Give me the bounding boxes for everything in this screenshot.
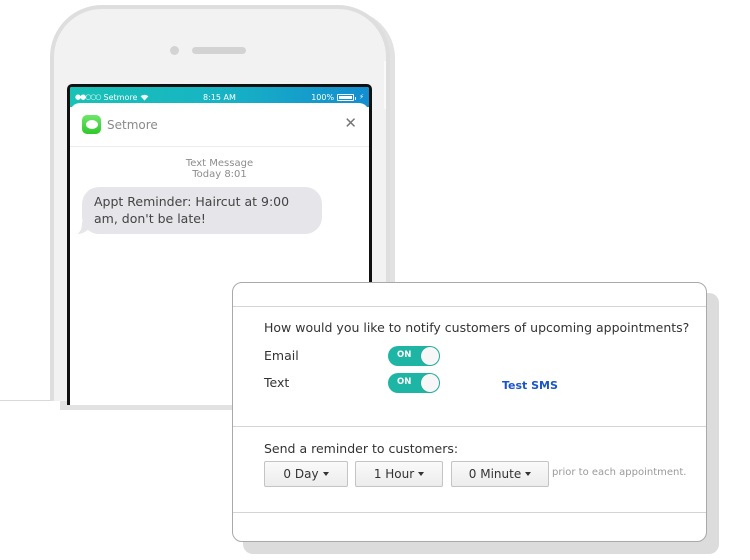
text-toggle-state: ON [397,377,412,387]
test-sms-link[interactable]: Test SMS [502,379,558,392]
carrier-name: Setmore [103,92,138,102]
toggle-knob [421,347,439,365]
wifi-icon [140,94,149,101]
messages-icon [82,115,101,134]
front-camera [170,46,179,55]
battery-icon [337,93,357,101]
signal-icon: ●●○○○ [75,93,102,101]
email-toggle[interactable]: ON [388,346,440,366]
notification-settings-card: How would you like to notify customers o… [232,282,707,542]
minute-dropdown-value: 0 Minute [468,467,522,481]
message-bubble: Appt Reminder: Haircut at 9:00 am, don't… [73,187,322,235]
text-toggle[interactable]: ON [388,373,440,393]
notify-question: How would you like to notify customers o… [264,320,690,335]
message-meta: Text Message Today 8:01 [70,158,369,180]
day-dropdown[interactable]: 0 Day [264,461,348,487]
prior-text: prior to each appointment. [552,467,687,478]
charging-icon: ⚡ [359,93,364,101]
close-icon[interactable]: ✕ [344,114,357,132]
side-button [384,61,386,109]
hour-dropdown-value: 1 Hour [373,467,415,481]
battery-percent: 100% [311,92,335,102]
text-label: Text [264,375,290,390]
footer-divider [233,512,706,513]
message-type: Text Message [185,158,254,169]
notification-header: Setmore ✕ [70,103,369,147]
message-text: Appt Reminder: Haircut at 9:00 am, don't… [94,194,290,226]
chevron-down-icon [525,472,532,476]
earpiece-speaker [192,47,246,54]
card-header-divider [233,306,706,307]
section-divider [233,426,706,427]
email-label: Email [264,348,299,363]
day-dropdown-value: 0 Day [283,467,319,481]
reminder-label: Send a reminder to customers: [264,441,459,456]
notification-app-name: Setmore [107,117,158,132]
hour-dropdown[interactable]: 1 Hour [355,461,443,487]
chevron-down-icon [418,472,425,476]
toggle-knob [421,374,439,392]
chevron-down-icon [322,472,329,476]
minute-dropdown[interactable]: 0 Minute [451,461,549,487]
message-time: Today 8:01 [192,169,247,180]
email-toggle-state: ON [397,350,412,360]
